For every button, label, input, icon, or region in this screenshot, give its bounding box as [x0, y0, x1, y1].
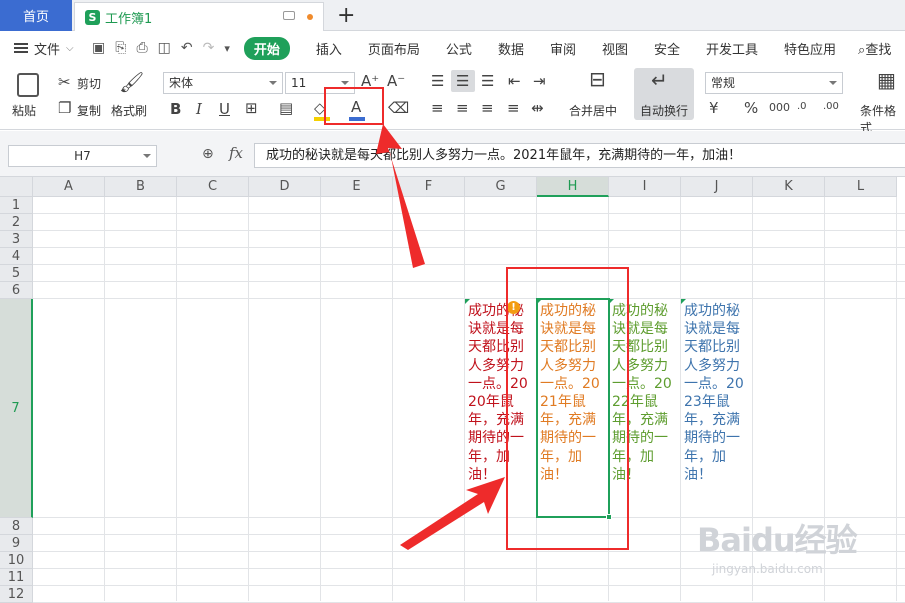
arrow-to-cell-g7 — [400, 477, 505, 550]
watermark-brand: Baidu经验 — [697, 521, 858, 559]
arrow-up-to-font-color — [376, 124, 425, 268]
annotation-arrows — [376, 124, 505, 550]
watermark-url: jingyan.baidu.com — [712, 562, 823, 576]
